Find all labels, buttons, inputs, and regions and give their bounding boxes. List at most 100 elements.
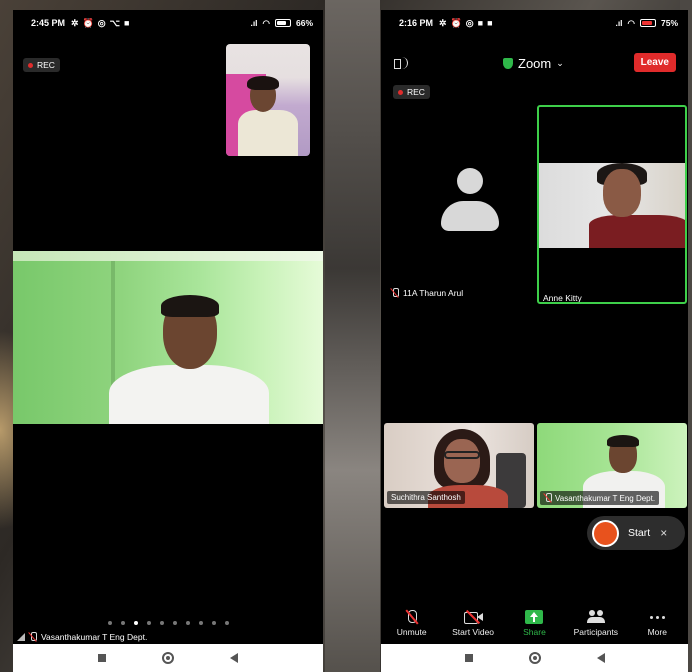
connection-icon xyxy=(17,633,25,641)
video-icon: ■ xyxy=(124,17,130,28)
page-dot[interactable] xyxy=(159,621,164,625)
page-dot[interactable] xyxy=(107,621,112,625)
android-nav-bar xyxy=(13,644,323,672)
android-nav-bar xyxy=(381,644,688,672)
unmute-label: Unmute xyxy=(396,627,427,637)
back-icon[interactable] xyxy=(230,653,238,663)
mic-muted-icon xyxy=(391,288,399,298)
share-button[interactable]: Share xyxy=(504,610,564,637)
participant-tile-tharun[interactable]: 11A Tharun Arul xyxy=(393,108,539,304)
status-right: .ıl ◠ 66% xyxy=(250,17,313,29)
page-dot[interactable] xyxy=(133,621,138,625)
video-person-hair xyxy=(607,435,639,447)
signal-icon: .ıl xyxy=(250,18,258,28)
more-icon xyxy=(647,610,667,624)
participant-name: Suchithra Santhosh xyxy=(387,491,465,504)
notification-icons: ✲ ⏰ ◎ ⌥ ■ xyxy=(71,18,129,29)
mic-muted-icon xyxy=(544,493,552,503)
start-video-label: Start Video xyxy=(452,627,495,637)
status-time: 2:16 PM xyxy=(399,18,434,28)
status-bar: 2:16 PM ✲ ⏰ ◎ ■ ■ .ıl ◠ 75% xyxy=(381,10,688,36)
video-icon: ■ xyxy=(477,17,484,28)
participant-tile-vasanth[interactable]: Vasanthakumar T Eng Dept. xyxy=(537,423,687,508)
status-right: .ıl ◠ 75% xyxy=(615,17,678,29)
wifi-icon: ◠ xyxy=(627,17,635,28)
rec-badge: REC xyxy=(23,58,60,72)
speaker-icon[interactable] xyxy=(394,55,414,71)
participant-name-bar: Vasanthakumar T Eng Dept. xyxy=(540,491,660,505)
battery-percent: 75 xyxy=(660,18,671,28)
participants-label: Participants xyxy=(573,627,619,637)
participants-button[interactable]: Participants xyxy=(566,610,626,637)
avatar-body xyxy=(441,201,499,231)
self-view-thumbnail[interactable] xyxy=(226,44,310,156)
recents-icon[interactable] xyxy=(464,654,473,662)
record-panel: Start × xyxy=(587,516,685,550)
close-icon[interactable]: × xyxy=(660,526,667,540)
video-person-hair xyxy=(161,295,219,317)
gear-icon: ✲ xyxy=(71,17,79,28)
page-dot[interactable] xyxy=(120,621,125,625)
record-button[interactable] xyxy=(592,519,619,547)
whatsapp-icon: ◎ xyxy=(465,17,474,28)
video-person-face xyxy=(444,439,480,483)
speaker-name: Vasanthakumar T Eng Dept. xyxy=(41,632,148,642)
back-icon[interactable] xyxy=(596,653,605,663)
page-dot[interactable] xyxy=(224,621,229,625)
page-dot[interactable] xyxy=(211,621,216,625)
participants-icon xyxy=(586,610,606,624)
participant-tile-anne[interactable]: Anne Kitty xyxy=(537,105,687,304)
chevron-down-icon: ⌄ xyxy=(556,58,564,68)
share-label: Share xyxy=(523,627,546,637)
home-icon[interactable] xyxy=(162,652,174,664)
participant-tile-suchithra[interactable]: Suchithra Santhosh xyxy=(384,423,534,508)
active-speaker-video[interactable] xyxy=(13,251,323,424)
alarm-icon: ⏰ xyxy=(450,17,462,28)
alarm-icon: ⏰ xyxy=(82,17,94,28)
video-person-head xyxy=(603,169,641,217)
home-icon[interactable] xyxy=(528,652,541,664)
video-ceiling xyxy=(13,251,323,261)
shield-icon xyxy=(503,58,513,69)
video-person-shirt xyxy=(238,110,298,156)
page-dot[interactable] xyxy=(172,621,177,625)
rec-dot-icon xyxy=(398,89,403,95)
more-button[interactable]: More xyxy=(627,610,687,637)
leave-button[interactable]: Leave xyxy=(633,53,676,72)
notification-icons: ✲ ⏰ ◎ ■ ■ xyxy=(439,18,493,29)
page-dot[interactable] xyxy=(185,621,190,625)
participant-name: Vasanthakumar T Eng Dept. xyxy=(555,493,656,503)
wifi-icon: ◠ xyxy=(262,17,270,28)
participant-name: Anne Kitty xyxy=(543,293,582,303)
record-start-label[interactable]: Start xyxy=(628,527,650,539)
rec-label: REC xyxy=(37,60,55,70)
video-person-hair xyxy=(247,76,279,90)
unmute-button[interactable]: Unmute xyxy=(382,610,442,637)
video-person-glasses xyxy=(444,451,480,459)
video-person-body xyxy=(589,215,685,248)
share-icon xyxy=(525,610,544,624)
participant-name: 11A Tharun Arul xyxy=(403,288,464,298)
page-indicator[interactable] xyxy=(13,621,323,625)
start-video-button[interactable]: Start Video xyxy=(443,610,503,637)
signal-icon: .ıl xyxy=(615,18,623,28)
page-dot[interactable] xyxy=(198,621,203,625)
more-label: More xyxy=(647,627,667,637)
meeting-top-bar: Zoom ⌄ Leave xyxy=(381,48,688,78)
background-wall xyxy=(325,0,380,672)
right-phone-screen: 2:16 PM ✲ ⏰ ◎ ■ ■ .ıl ◠ 75% Zoom ⌄ Leave… xyxy=(381,10,688,672)
left-phone-screen: 2:45 PM ✲ ⏰ ◎ ⌥ ■ .ıl ◠ 66% REC Vasantha… xyxy=(13,10,323,672)
page-dot[interactable] xyxy=(146,621,151,625)
participant-name-bar: 11A Tharun Arul xyxy=(391,288,463,298)
meeting-title[interactable]: Zoom ⌄ xyxy=(503,56,564,71)
speaker-name-bar: Vasanthakumar T Eng Dept. xyxy=(17,632,147,642)
video-person-shirt xyxy=(109,365,269,424)
recents-icon[interactable] xyxy=(98,654,106,662)
rec-dot-icon xyxy=(28,62,33,68)
video-icon: ■ xyxy=(487,17,493,28)
gear-icon: ✲ xyxy=(439,17,447,28)
status-time: 2:45 PM xyxy=(31,18,66,28)
meeting-title-label: Zoom xyxy=(518,56,552,71)
mic-muted-icon xyxy=(29,632,37,642)
status-bar: 2:45 PM ✲ ⏰ ◎ ⌥ ■ .ıl ◠ 66% xyxy=(13,10,323,36)
